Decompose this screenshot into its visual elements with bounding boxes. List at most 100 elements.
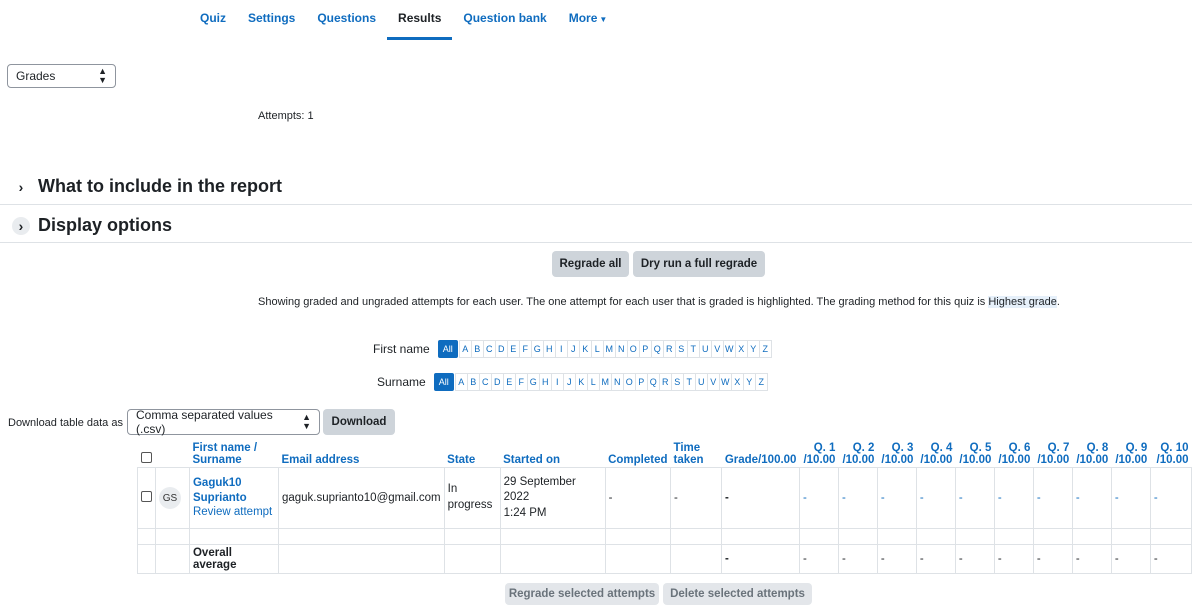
cell-question-mark[interactable]: - bbox=[837, 467, 878, 529]
question-label[interactable]: Q. 2 bbox=[853, 442, 875, 454]
header-question[interactable]: Q. 10/10.00 bbox=[1150, 441, 1191, 468]
download-format-value: Comma separated values (.csv) bbox=[136, 408, 273, 436]
header-question[interactable]: Q. 8/10.00 bbox=[1072, 441, 1111, 468]
initial-all[interactable]: All bbox=[433, 373, 454, 391]
table-row: GS Gaguk10 Suprianto Review attempt gaguk… bbox=[137, 467, 1192, 529]
header-question[interactable]: Q. 7/10.00 bbox=[1033, 441, 1072, 468]
tab-settings[interactable]: Settings bbox=[237, 0, 306, 40]
header-time-taken-2[interactable]: taken bbox=[674, 454, 704, 466]
question-label[interactable]: Q. 7 bbox=[1048, 442, 1070, 454]
dry-run-regrade-button[interactable]: Dry run a full regrade bbox=[633, 251, 765, 277]
header-started[interactable]: Started on bbox=[500, 441, 605, 468]
surname-initials-bar: Surname All ABCDEFGHIJKLMNOPQRSTUVWXYZ bbox=[377, 373, 768, 391]
tab-questions[interactable]: Questions bbox=[306, 0, 387, 40]
header-time-taken-1[interactable]: Time bbox=[674, 442, 701, 454]
select-all-checkbox[interactable] bbox=[140, 452, 152, 463]
download-format-select[interactable]: Comma separated values (.csv) ▲ ▼ bbox=[127, 408, 320, 436]
tab-results[interactable]: Results bbox=[387, 0, 453, 40]
header-state[interactable]: State bbox=[444, 441, 500, 468]
header-question[interactable]: Q. 1/10.00 bbox=[799, 441, 838, 468]
state-line-2: progress bbox=[447, 499, 493, 511]
section-display-options-title: Display options bbox=[38, 215, 173, 235]
question-max: /10.00 bbox=[1076, 454, 1109, 466]
header-firstname[interactable]: First name / bbox=[192, 442, 257, 454]
state-line-1: In bbox=[447, 483, 458, 496]
question-label[interactable]: Q. 1 bbox=[814, 442, 836, 454]
divider bbox=[0, 242, 1192, 243]
cell-completed: - bbox=[604, 467, 672, 529]
user-firstname[interactable]: Gaguk10 bbox=[193, 477, 242, 489]
average-grade: - bbox=[720, 544, 800, 574]
initial-all[interactable]: All bbox=[437, 340, 458, 358]
header-question[interactable]: Q. 6/10.00 bbox=[994, 441, 1033, 468]
select-arrows-icon: ▲ ▼ bbox=[302, 412, 311, 431]
cell-time-taken: - bbox=[670, 467, 722, 529]
initial-letter[interactable]: Z bbox=[758, 340, 772, 358]
overall-average-row: Overall average - - - - - - - - - - - bbox=[137, 544, 1192, 574]
tab-question-bank[interactable]: Question bank bbox=[452, 0, 557, 40]
average-question: - bbox=[1149, 544, 1192, 574]
cell-question-mark[interactable]: - bbox=[876, 467, 917, 529]
table-header-row: First name / Surname Email address State … bbox=[138, 441, 1192, 468]
cell-question-mark[interactable]: - bbox=[798, 467, 839, 529]
cell-grade: - bbox=[720, 467, 800, 529]
cell-question-mark[interactable]: - bbox=[1032, 467, 1073, 529]
tab-quiz[interactable]: Quiz bbox=[189, 0, 237, 40]
header-question[interactable]: Q. 3/10.00 bbox=[877, 441, 916, 468]
average-question: - bbox=[798, 544, 839, 574]
download-button[interactable]: Download bbox=[323, 409, 395, 435]
header-question[interactable]: Q. 9/10.00 bbox=[1111, 441, 1150, 468]
cell-question-mark[interactable]: - bbox=[993, 467, 1034, 529]
cell-question-mark[interactable]: - bbox=[1071, 467, 1112, 529]
firstname-initials-bar: First name All ABCDEFGHIJKLMNOPQRSTUVWXY… bbox=[373, 340, 772, 358]
delete-selected-button[interactable]: Delete selected attempts bbox=[663, 583, 812, 605]
started-line-2: 1:24 PM bbox=[503, 506, 547, 519]
cell-question-mark[interactable]: - bbox=[1149, 467, 1192, 529]
header-time-taken[interactable]: Time taken bbox=[671, 441, 722, 468]
header-email[interactable]: Email address bbox=[278, 441, 444, 468]
question-label[interactable]: Q. 9 bbox=[1126, 442, 1148, 454]
average-question: - bbox=[1032, 544, 1073, 574]
question-max: /10.00 bbox=[1037, 454, 1070, 466]
cell-email: gaguk.suprianto10@gmail.com bbox=[277, 467, 445, 529]
regrade-all-button[interactable]: Regrade all bbox=[552, 251, 629, 277]
header-question[interactable]: Q. 5/10.00 bbox=[955, 441, 994, 468]
cell-state: In progress bbox=[443, 467, 501, 529]
started-line-1: 29 September 2022 bbox=[503, 475, 576, 504]
average-question: - bbox=[876, 544, 917, 574]
section-what-to-include[interactable]: › What to include in the report bbox=[12, 176, 282, 197]
report-type-value: Grades bbox=[16, 69, 56, 83]
question-label[interactable]: Q. 3 bbox=[892, 442, 914, 454]
question-label[interactable]: Q. 8 bbox=[1087, 442, 1109, 454]
user-profile-link[interactable]: Gaguk10 Suprianto bbox=[193, 477, 247, 503]
header-grade[interactable]: Grade/100.00 bbox=[721, 441, 799, 468]
avatar[interactable]: GS bbox=[159, 487, 181, 509]
question-label[interactable]: Q. 4 bbox=[931, 442, 953, 454]
row-checkbox[interactable] bbox=[141, 491, 152, 502]
review-attempt-link[interactable]: Review attempt bbox=[193, 506, 272, 518]
header-completed[interactable]: Completed bbox=[605, 441, 670, 468]
question-label[interactable]: Q. 6 bbox=[1009, 442, 1031, 454]
cell-question-mark[interactable]: - bbox=[1110, 467, 1151, 529]
grading-info-text: Showing graded and ungraded attempts for… bbox=[258, 296, 986, 308]
cell-question-mark[interactable]: - bbox=[954, 467, 995, 529]
tab-more-label: More bbox=[568, 11, 598, 25]
grading-info: Showing graded and ungraded attempts for… bbox=[258, 296, 1060, 308]
report-type-select[interactable]: Grades ▲ ▼ bbox=[7, 64, 116, 88]
cell-started: 29 September 2022 1:24 PM bbox=[499, 467, 606, 529]
table-spacer-row bbox=[137, 528, 1192, 545]
initial-letter[interactable]: Z bbox=[754, 373, 768, 391]
cell-question-mark[interactable]: - bbox=[915, 467, 956, 529]
question-label[interactable]: Q. 10 bbox=[1160, 442, 1188, 454]
regrade-selected-button[interactable]: Regrade selected attempts bbox=[505, 583, 659, 605]
header-name[interactable]: First name / Surname bbox=[189, 441, 278, 468]
average-question: - bbox=[954, 544, 995, 574]
header-surname[interactable]: Surname bbox=[192, 454, 241, 466]
user-lastname[interactable]: Suprianto bbox=[193, 492, 247, 504]
header-question[interactable]: Q. 4/10.00 bbox=[916, 441, 955, 468]
attempts-count: Attempts: 1 bbox=[258, 110, 314, 122]
section-display-options[interactable]: › Display options bbox=[12, 215, 172, 236]
tab-more[interactable]: More ▼ bbox=[558, 0, 619, 40]
header-question[interactable]: Q. 2/10.00 bbox=[838, 441, 877, 468]
question-label[interactable]: Q. 5 bbox=[970, 442, 992, 454]
